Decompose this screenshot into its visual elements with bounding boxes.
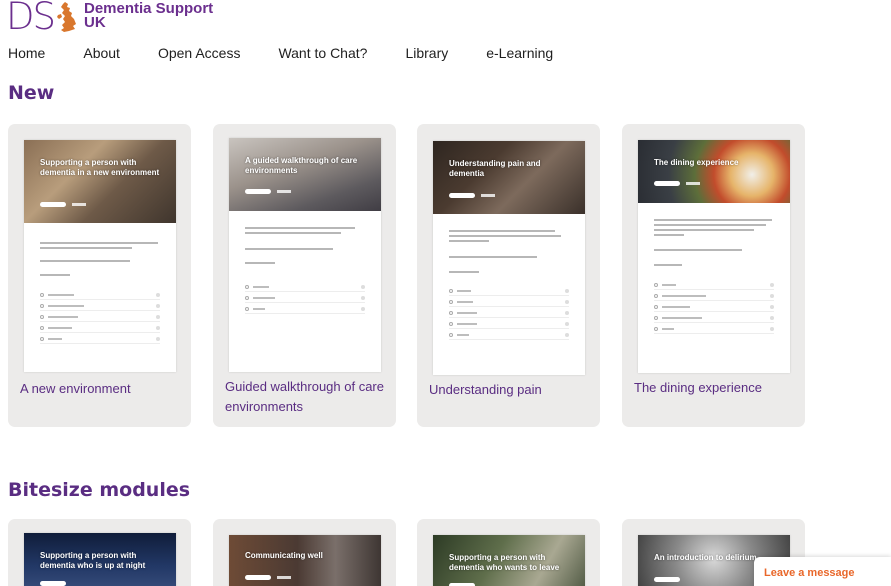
section-title-bitesize: Bitesize modules bbox=[8, 479, 191, 501]
hero-meta bbox=[481, 194, 495, 197]
lesson-row bbox=[654, 304, 774, 312]
lesson-row bbox=[654, 315, 774, 323]
nav-want-to-chat[interactable]: Want to Chat? bbox=[278, 45, 367, 61]
hero-title: Understanding pain and dementia bbox=[449, 159, 541, 178]
lesson-row bbox=[40, 303, 160, 311]
lesson-row bbox=[449, 310, 569, 318]
course-card-label[interactable]: The dining experience bbox=[634, 378, 795, 398]
course-thumbnail: Understanding pain and dementia bbox=[433, 141, 585, 375]
people-talking-photo: Communicating well bbox=[229, 535, 381, 586]
course-thumbnail: Supporting a person with dementia who wa… bbox=[433, 535, 585, 586]
text-line bbox=[245, 262, 275, 264]
module-card-up-at-night[interactable]: Supporting a person with dementia who is… bbox=[8, 519, 191, 586]
text-line bbox=[654, 264, 682, 266]
lesson-row bbox=[245, 306, 365, 314]
logo-initials: DS bbox=[6, 0, 56, 38]
hero-title: A guided walkthrough of care environment… bbox=[245, 156, 358, 175]
text-line bbox=[245, 248, 333, 250]
text-line bbox=[654, 234, 684, 236]
module-card-wants-to-leave[interactable]: Supporting a person with dementia who wa… bbox=[417, 519, 600, 586]
hero-meta bbox=[277, 576, 291, 579]
main-nav: Home About Open Access Want to Chat? Lib… bbox=[8, 45, 591, 61]
course-card-new-environment[interactable]: Supporting a person with dementia in a n… bbox=[8, 124, 191, 427]
hero-title: Communicating well bbox=[245, 551, 323, 560]
start-course-button bbox=[654, 577, 680, 582]
nav-home[interactable]: Home bbox=[8, 45, 45, 61]
hero-meta bbox=[686, 182, 700, 185]
lesson-row bbox=[654, 293, 774, 301]
course-card-label[interactable]: Understanding pain bbox=[429, 380, 590, 400]
nav-open-access[interactable]: Open Access bbox=[158, 45, 241, 61]
text-line bbox=[40, 260, 130, 262]
start-course-button bbox=[245, 189, 271, 194]
text-line bbox=[449, 271, 479, 273]
course-thumbnail: Communicating well bbox=[229, 535, 381, 586]
leave-a-message-button[interactable]: Leave a message bbox=[754, 557, 891, 586]
text-line bbox=[40, 247, 132, 249]
logo-wordmark: Dementia Support UK bbox=[83, 1, 213, 31]
lesson-row bbox=[654, 326, 774, 334]
lesson-row bbox=[40, 336, 160, 344]
uk-map-icon bbox=[56, 2, 76, 32]
lesson-row bbox=[245, 295, 365, 303]
course-card-guided-walkthrough[interactable]: A guided walkthrough of care environment… bbox=[213, 124, 396, 427]
lounge-photo: A guided walkthrough of care environment… bbox=[229, 138, 381, 211]
start-course-button bbox=[40, 202, 66, 207]
kitchen-photo: Supporting a person with dementia in a n… bbox=[24, 140, 176, 223]
course-thumbnail: Supporting a person with dementia in a n… bbox=[24, 140, 176, 372]
hands-photo: Understanding pain and dementia bbox=[433, 141, 585, 214]
text-line bbox=[654, 219, 772, 221]
hero-title: Supporting a person with dementia in a n… bbox=[40, 158, 160, 177]
night-sky-photo: Supporting a person with dementia who is… bbox=[24, 533, 176, 586]
text-line bbox=[449, 240, 489, 242]
nav-about[interactable]: About bbox=[83, 45, 120, 61]
text-line bbox=[654, 224, 766, 226]
site-logo[interactable]: DS Dementia Support UK bbox=[6, 0, 213, 36]
text-line bbox=[40, 242, 158, 244]
hero-title: Supporting a person with dementia who wa… bbox=[449, 553, 560, 572]
text-line bbox=[654, 229, 754, 231]
course-card-label[interactable]: Guided walkthrough of care environments bbox=[225, 377, 386, 417]
lesson-row bbox=[449, 299, 569, 307]
text-line bbox=[40, 274, 70, 276]
text-line bbox=[654, 249, 742, 251]
outdoors-photo: Supporting a person with dementia who wa… bbox=[433, 535, 585, 586]
lesson-row bbox=[449, 288, 569, 296]
course-thumbnail: A guided walkthrough of care environment… bbox=[229, 138, 381, 372]
text-line bbox=[449, 235, 561, 237]
start-course-button bbox=[245, 575, 271, 580]
meal-photo: The dining experience bbox=[638, 140, 790, 203]
start-course-button bbox=[449, 193, 475, 198]
start-course-button bbox=[654, 181, 680, 186]
hero-meta bbox=[72, 203, 86, 206]
hero-title: Supporting a person with dementia who is… bbox=[40, 551, 146, 570]
text-line bbox=[449, 230, 555, 232]
text-line bbox=[449, 256, 537, 258]
lesson-row bbox=[654, 282, 774, 290]
course-thumbnail: Supporting a person with dementia who is… bbox=[24, 533, 176, 586]
module-card-communicating-well[interactable]: Communicating well bbox=[213, 519, 396, 586]
leave-a-message-label: Leave a message bbox=[764, 567, 855, 579]
text-line bbox=[245, 232, 341, 234]
lesson-row bbox=[449, 321, 569, 329]
logo-name-line2: UK bbox=[83, 14, 106, 31]
lesson-row bbox=[449, 332, 569, 340]
section-title-new: New bbox=[8, 82, 55, 104]
nav-e-learning[interactable]: e-Learning bbox=[486, 45, 553, 61]
course-card-dining-experience[interactable]: The dining experience The dining experie… bbox=[622, 124, 805, 427]
start-course-button bbox=[40, 581, 66, 586]
lesson-row bbox=[40, 314, 160, 322]
course-thumbnail: The dining experience bbox=[638, 140, 790, 373]
text-line bbox=[245, 227, 355, 229]
hero-meta bbox=[277, 190, 291, 193]
lesson-row bbox=[245, 284, 365, 292]
nav-library[interactable]: Library bbox=[405, 45, 448, 61]
lesson-row bbox=[40, 325, 160, 333]
course-card-understanding-pain[interactable]: Understanding pain and dementia Understa… bbox=[417, 124, 600, 427]
course-card-label[interactable]: A new environment bbox=[20, 379, 181, 399]
lesson-row bbox=[40, 292, 160, 300]
hero-title: The dining experience bbox=[654, 158, 739, 167]
